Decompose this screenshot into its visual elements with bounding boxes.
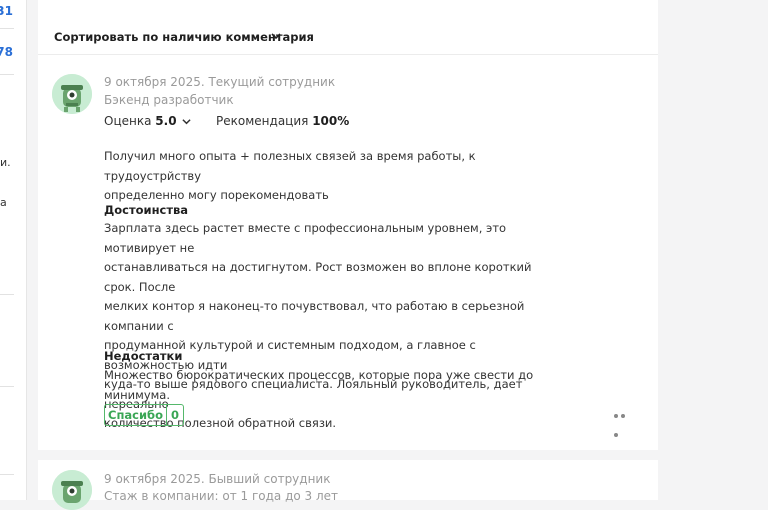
pros-line: останавливаться на достигнутом. Рост воз… (104, 260, 532, 294)
reviews-panel: Сортировать по наличию комментария 9 окт… (38, 0, 658, 510)
divider (0, 386, 14, 387)
left-sidebar-fragment: 31 78 и. а (0, 0, 27, 500)
review-date-status: 9 октября 2025. Текущий сотрудник (104, 75, 336, 89)
rating-label: Оценка (104, 114, 152, 128)
review-position: Бэкенд разработчик (104, 93, 234, 107)
recommend-label: Рекомендация (216, 114, 309, 128)
comment-line: Получил много опыта + полезных связей за… (104, 149, 476, 183)
review-date-status: 9 октября 2025. Бывший сотрудник (104, 472, 331, 486)
thanks-count: 0 (170, 408, 179, 422)
rating-row: Оценка 5.0 Рекомендация 100% (104, 114, 349, 128)
review-comment: Получил много опыта + полезных связей за… (104, 147, 544, 206)
divider (0, 74, 14, 75)
review-card: 9 октября 2025. Текущий сотрудник Бэкенд… (38, 54, 658, 450)
thanks-button[interactable]: Спасибо 0 (104, 404, 184, 426)
divider (0, 474, 14, 475)
avatar-robot-icon (52, 470, 92, 510)
sort-bar: Сортировать по наличию комментария (38, 0, 658, 55)
text-fragment: а (0, 196, 7, 209)
left-number-second[interactable]: 78 (0, 45, 13, 59)
divider (0, 294, 14, 295)
thanks-label[interactable]: Спасибо (105, 405, 167, 425)
rating-value[interactable]: 5.0 (155, 114, 176, 128)
cons-text: Множество бюрократических процессов, кот… (104, 366, 544, 405)
recommend-value: 100% (312, 114, 350, 128)
pros-line: Зарплата здесь растет вместе с профессио… (104, 221, 507, 255)
divider (0, 28, 14, 29)
avatar-robot-icon (52, 74, 92, 114)
review-position: Стаж в компании: от 1 года до 3 лет (104, 489, 339, 503)
left-number-top[interactable]: 31 (0, 4, 13, 18)
text-fragment: и. (0, 156, 11, 169)
pros-line: мелких контор я наконец-то почувствовал,… (104, 299, 525, 333)
chevron-down-icon[interactable] (181, 117, 192, 126)
cons-line: Множество бюрократических процессов, кот… (104, 368, 534, 402)
review-card: 9 октября 2025. Бывший сотрудник Стаж в … (38, 460, 658, 510)
chevron-down-icon[interactable] (270, 31, 282, 41)
pros-title: Достоинства (104, 203, 189, 217)
more-dots-icon[interactable] (614, 414, 634, 437)
review-separator (38, 450, 658, 460)
cons-title: Недостатки (104, 349, 183, 363)
